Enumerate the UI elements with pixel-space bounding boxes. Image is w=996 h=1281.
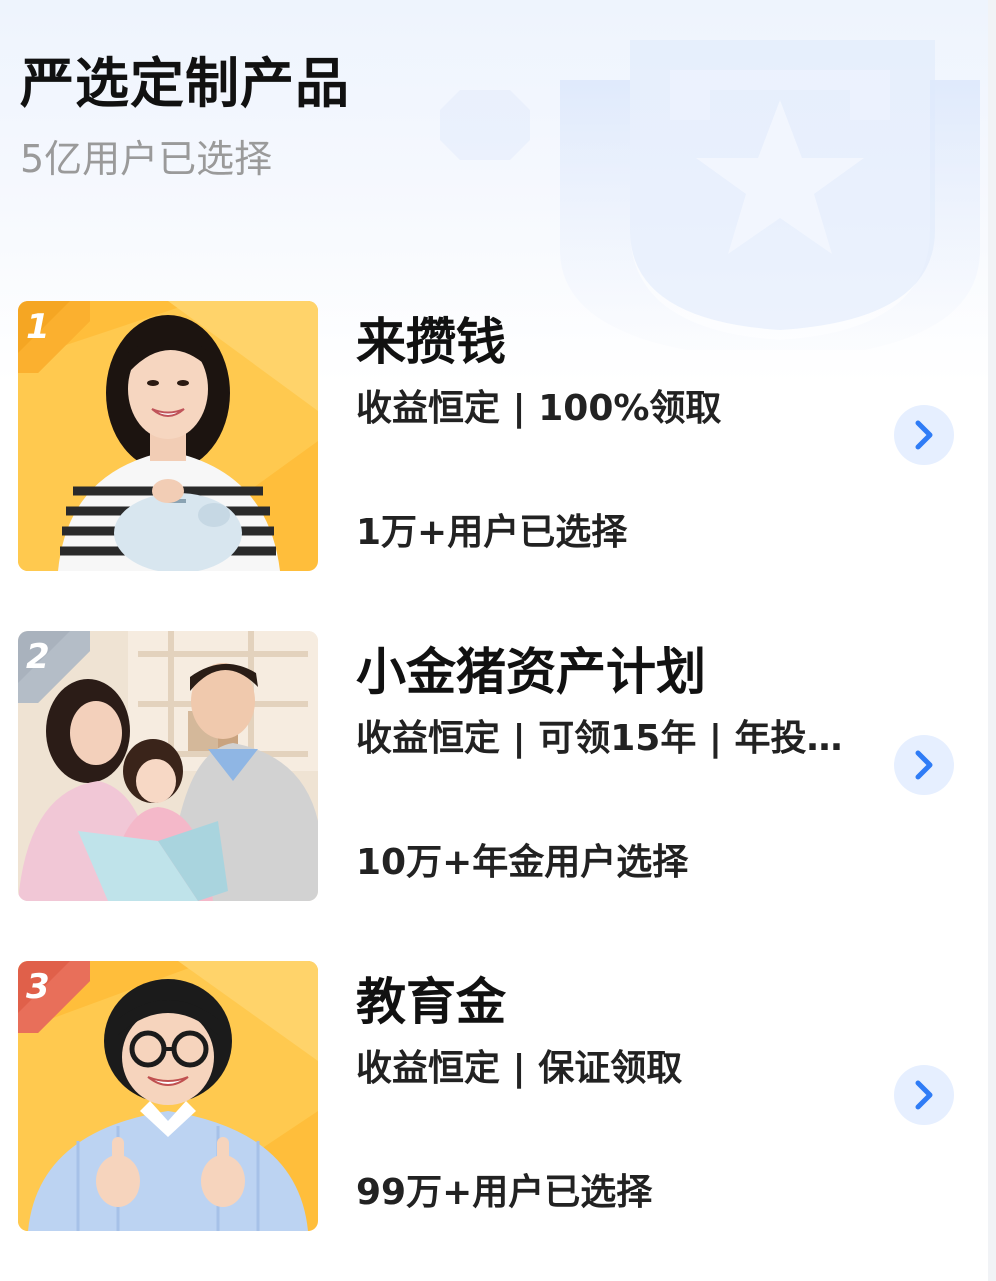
- product-image-family-reading-book[interactable]: 2: [18, 631, 318, 901]
- product-tags: 收益恒定 | 保证领取: [356, 1048, 683, 1089]
- section-subtitle: 5亿用户已选择: [20, 137, 273, 181]
- product-name[interactable]: 来攒钱: [356, 311, 506, 373]
- product-tags: 收益恒定 | 100%领取: [356, 388, 722, 429]
- product-image-boy-thumbs-up[interactable]: 3: [18, 961, 318, 1231]
- rank-number: 1: [26, 307, 50, 347]
- product-list-page: 严选定制产品 5亿用户已选择 1 来攒钱 收益恒定 | 100%领取 1万+用户…: [0, 0, 996, 1281]
- product-arrow-button[interactable]: [894, 735, 954, 795]
- product-card-3[interactable]: 3 教育金 收益恒定 | 保证领取 99万+用户已选择: [18, 961, 978, 1233]
- product-image-woman-with-piggy-bank[interactable]: 1: [18, 301, 318, 571]
- rank-number: 2: [26, 637, 50, 677]
- rank-number: 3: [26, 967, 50, 1007]
- section-title: 严选定制产品: [20, 52, 350, 115]
- product-name[interactable]: 教育金: [356, 971, 506, 1033]
- product-user-count: 99万+用户已选择: [356, 1172, 653, 1213]
- product-arrow-button[interactable]: [894, 1065, 954, 1125]
- chevron-right-icon: [915, 750, 933, 780]
- product-name[interactable]: 小金猪资产计划: [356, 641, 706, 703]
- chevron-right-icon: [915, 1080, 933, 1110]
- chevron-right-icon: [915, 420, 933, 450]
- product-tags: 收益恒定 | 可领15年 | 年投…: [356, 718, 843, 759]
- product-user-count: 10万+年金用户选择: [356, 842, 689, 883]
- product-card-1[interactable]: 1 来攒钱 收益恒定 | 100%领取 1万+用户已选择: [18, 301, 978, 573]
- scroll-edge: [988, 0, 996, 1281]
- product-card-2[interactable]: 2 小金猪资产计划 收益恒定 | 可领15年 | 年投… 10万+年金用户选择: [18, 631, 978, 903]
- product-arrow-button[interactable]: [894, 405, 954, 465]
- product-user-count: 1万+用户已选择: [356, 512, 628, 553]
